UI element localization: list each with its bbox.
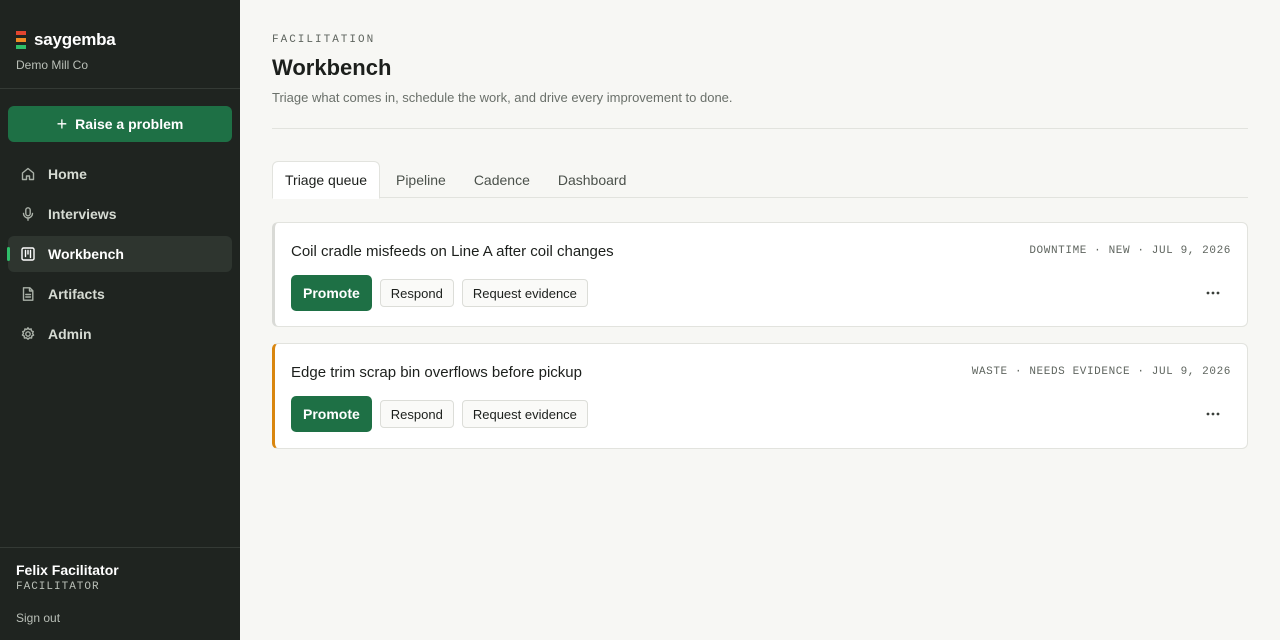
user-role: FACILITATOR — [16, 581, 100, 593]
page-subtitle: Triage what comes in, schedule the work,… — [272, 90, 733, 105]
card-meta: DOWNTIME · NEW · JUL 9, 2026 — [1029, 245, 1231, 257]
sidebar-item-home[interactable]: Home — [8, 156, 232, 192]
plus-icon: + — [56, 114, 68, 134]
gear-icon — [20, 326, 36, 342]
page-eyebrow: FACILITATION — [272, 34, 376, 46]
sign-out-link[interactable]: Sign out — [16, 611, 60, 625]
request-evidence-button[interactable]: Request evidence — [461, 279, 588, 307]
sidebar-nav: Home Interviews Workbench Artifacts Admi… — [7, 156, 232, 356]
sidebar-item-label: Interviews — [48, 206, 117, 222]
more-options-icon[interactable] — [1203, 283, 1223, 303]
sidebar-item-workbench[interactable]: Workbench — [7, 236, 232, 272]
more-options-icon[interactable] — [1203, 404, 1223, 424]
request-evidence-button[interactable]: Request evidence — [461, 400, 588, 428]
tab-triage-queue[interactable]: Triage queue — [272, 161, 380, 199]
logo-icon — [16, 31, 26, 49]
main-content: FACILITATION Workbench Triage what comes… — [240, 0, 1280, 640]
tab-cadence[interactable]: Cadence — [462, 161, 542, 198]
sidebar-item-admin[interactable]: Admin — [8, 316, 232, 352]
card-actions: Promote Respond Request evidence — [291, 396, 596, 432]
divider — [0, 547, 240, 548]
triage-card: Coil cradle misfeeds on Line A after coi… — [272, 222, 1248, 327]
user-name: Felix Facilitator — [16, 562, 119, 578]
card-actions: Promote Respond Request evidence — [291, 275, 596, 311]
divider — [0, 88, 240, 89]
respond-button[interactable]: Respond — [379, 400, 454, 428]
sidebar-item-label: Artifacts — [48, 286, 105, 302]
org-name: Demo Mill Co — [16, 58, 89, 72]
divider — [272, 128, 1248, 129]
triage-card: Edge trim scrap bin overflows before pic… — [272, 343, 1248, 449]
card-title[interactable]: Coil cradle misfeeds on Line A after coi… — [291, 243, 614, 260]
card-meta: WASTE · NEEDS EVIDENCE · JUL 9, 2026 — [971, 366, 1231, 378]
microphone-icon — [20, 206, 36, 222]
promote-button[interactable]: Promote — [291, 396, 372, 432]
card-title[interactable]: Edge trim scrap bin overflows before pic… — [291, 364, 582, 381]
respond-button[interactable]: Respond — [379, 279, 454, 307]
sidebar-item-label: Workbench — [48, 246, 124, 262]
tab-bar: Triage queue Pipeline Cadence Dashboard — [272, 161, 1248, 199]
sidebar-item-artifacts[interactable]: Artifacts — [8, 276, 232, 312]
brand-name: saygemba — [34, 30, 116, 49]
brand[interactable]: saygemba — [16, 30, 116, 50]
page-title: Workbench — [272, 55, 392, 80]
raise-problem-button[interactable]: + Raise a problem — [8, 106, 232, 142]
document-icon — [20, 286, 36, 302]
tab-dashboard[interactable]: Dashboard — [546, 161, 639, 198]
tab-pipeline[interactable]: Pipeline — [384, 161, 458, 198]
sidebar: saygemba Demo Mill Co + Raise a problem … — [0, 0, 240, 640]
sidebar-item-label: Home — [48, 166, 87, 182]
board-icon — [20, 246, 36, 262]
home-icon — [20, 166, 36, 182]
sidebar-item-label: Admin — [48, 326, 92, 342]
sidebar-item-interviews[interactable]: Interviews — [8, 196, 232, 232]
promote-button[interactable]: Promote — [291, 275, 372, 311]
raise-problem-label: Raise a problem — [75, 116, 184, 132]
